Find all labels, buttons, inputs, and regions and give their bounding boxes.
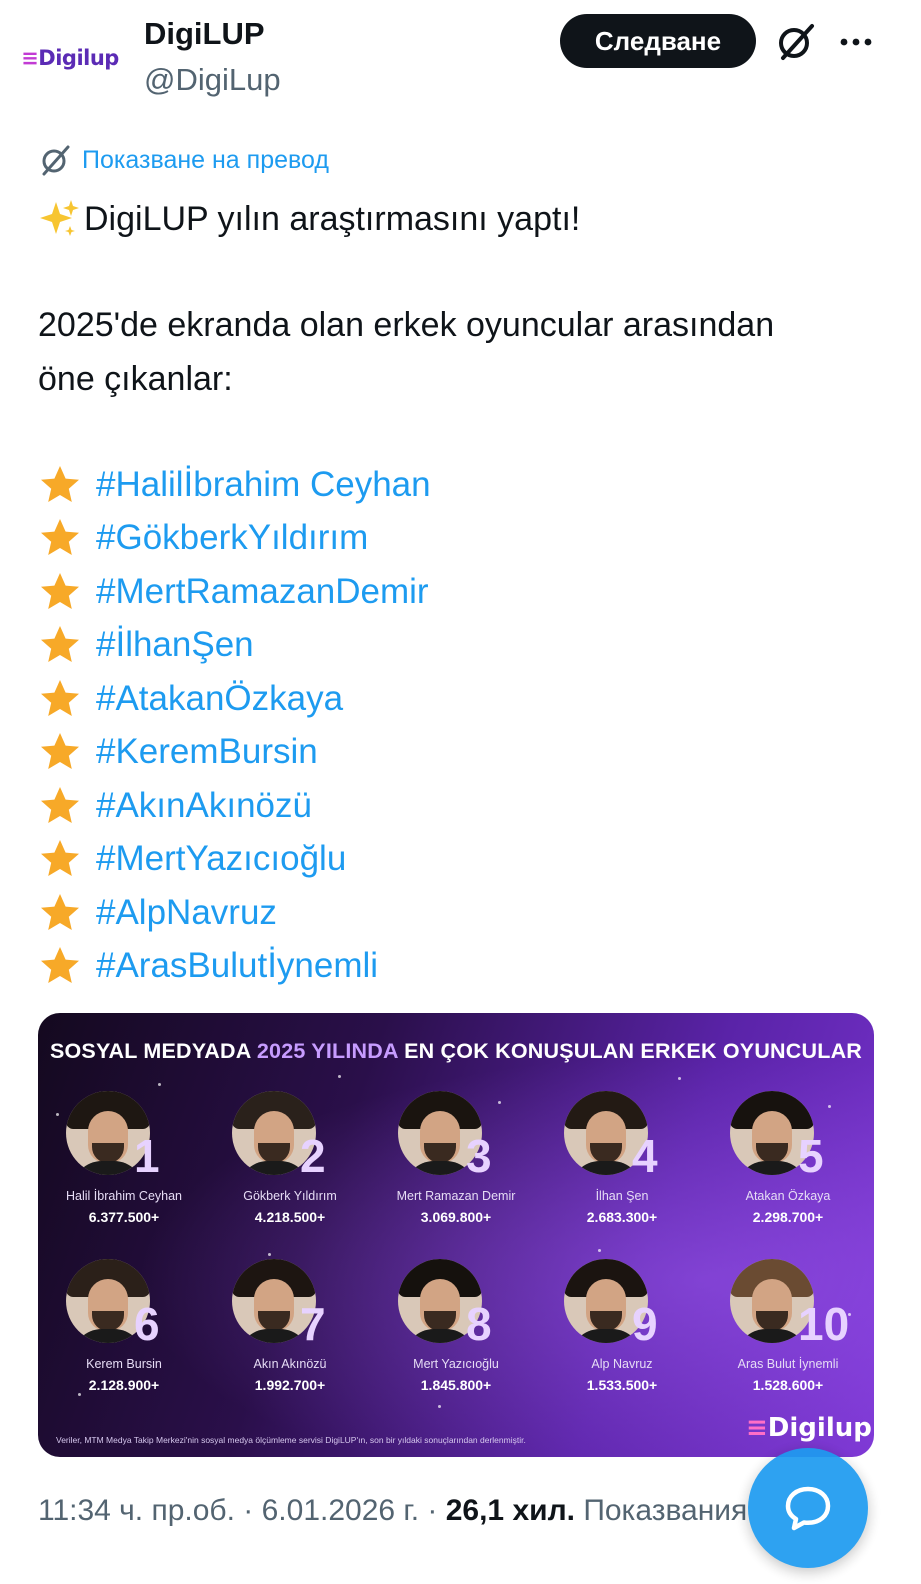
tweet-time[interactable]: 11:34 ч. пр.об. — [38, 1494, 235, 1527]
hashtag-item: #AlpNavruz — [38, 886, 888, 940]
hashtag-link[interactable]: #GökberkYıldırım — [96, 511, 368, 565]
hashtag-item: #KeremBursin — [38, 726, 888, 780]
slashed-circle-icon[interactable] — [774, 20, 818, 64]
tweet-line-3: öne çıkanlar: — [38, 360, 233, 398]
actor-rank: 5 — [798, 1130, 824, 1182]
hashtag-link[interactable]: #MertRamazanDemir — [96, 565, 429, 619]
sparkles-icon — [40, 200, 79, 236]
actor-mentions: 6.377.500+ — [88, 1209, 160, 1225]
star-icon — [41, 572, 79, 609]
avatar-logo: ≡Digilup — [21, 46, 119, 70]
actor-mentions: 2.683.300+ — [586, 1209, 658, 1225]
actor-card: 7 Akın Akınözü 1.992.700+ — [208, 1259, 372, 1409]
star-icon — [41, 465, 79, 502]
actor-name: Halil İbrahim Ceyhan — [65, 1189, 183, 1203]
hashtag-item: #AtakanÖzkaya — [38, 672, 888, 726]
tweet-text: DigiLUP yılın araştırmasını yaptı! 2025'… — [38, 192, 888, 993]
hashtag-item: #GökberkYıldırım — [38, 512, 888, 566]
actor-card: 2 Gökberk Yıldırım 4.218.500+ — [208, 1091, 372, 1241]
star-icon — [41, 786, 79, 823]
infographic-logo: ≡Digilup — [746, 1413, 872, 1443]
actor-rank: 2 — [300, 1130, 326, 1182]
actor-card: 10 Aras Bulut İynemli 1.528.600+ — [706, 1259, 870, 1409]
display-name[interactable]: DigiLUP — [144, 16, 265, 52]
more-horizontal-icon[interactable] — [836, 22, 876, 62]
actor-mentions: 3.069.800+ — [420, 1209, 492, 1225]
hashtag-link[interactable]: #İlhanŞen — [96, 618, 254, 672]
actor-mentions: 2.298.700+ — [752, 1209, 824, 1225]
actor-card: 3 Mert Ramazan Demir 3.069.800+ — [374, 1091, 538, 1241]
actor-rank: 9 — [632, 1298, 658, 1350]
tweet-header: ≡Digilup DigiLUP @DigiLup Следване — [0, 0, 921, 110]
hashtag-item: #ArasBulutİynemli — [38, 940, 888, 994]
actor-mentions: 1.533.500+ — [586, 1377, 658, 1393]
actor-name: Aras Bulut İynemli — [737, 1357, 839, 1371]
reply-bubble-icon — [785, 1486, 831, 1531]
actor-rank: 3 — [466, 1130, 492, 1182]
actor-mentions: 1.528.600+ — [752, 1377, 824, 1393]
actor-card: 8 Mert Yazıcıoğlu 1.845.800+ — [374, 1259, 538, 1409]
star-icon — [41, 519, 79, 556]
star-icon — [41, 733, 79, 770]
hashtag-link[interactable]: #KeremBursin — [96, 725, 318, 779]
hashtag-link[interactable]: #ArasBulutİynemli — [96, 939, 378, 993]
tweet-line-2: 2025'de ekranda olan erkek oyuncular ara… — [38, 306, 775, 344]
actor-name: İlhan Şen — [595, 1189, 649, 1203]
star-icon — [41, 947, 79, 984]
translate-label: Показване на превод — [82, 145, 329, 174]
hashtag-link[interactable]: #AlpNavruz — [96, 886, 277, 940]
star-icon — [41, 679, 79, 716]
actor-mentions: 2.128.900+ — [88, 1377, 160, 1393]
actor-rank: 4 — [632, 1130, 658, 1182]
actor-name: Alp Navruz — [591, 1357, 653, 1371]
actor-rank: 7 — [300, 1298, 326, 1350]
actor-name: Mert Ramazan Demir — [396, 1189, 516, 1203]
actor-name: Gökberk Yıldırım — [243, 1189, 337, 1203]
infographic-title: SOSYAL MEDYADA 2025 YILINDA EN ÇOK KONUŞ… — [49, 1039, 863, 1063]
actor-rank: 6 — [134, 1298, 160, 1350]
infographic-footnote: Veriler, MTM Medya Takip Merkezi'nin sos… — [56, 1435, 526, 1445]
actor-mentions: 4.218.500+ — [254, 1209, 326, 1225]
actor-card: 1 Halil İbrahim Ceyhan 6.377.500+ — [42, 1091, 206, 1241]
views-label: Показвания — [583, 1494, 748, 1527]
hashtag-link[interactable]: #MertYazıcıoğlu — [96, 832, 346, 886]
hashtag-item: #İlhanŞen — [38, 619, 888, 673]
hashtag-item: #AkınAkınözü — [38, 779, 888, 833]
actor-rank: 8 — [466, 1298, 492, 1350]
actor-name: Kerem Bursin — [86, 1357, 162, 1371]
actor-card: 6 Kerem Bursin 2.128.900+ — [42, 1259, 206, 1409]
star-icon — [41, 840, 79, 877]
actor-mentions: 1.992.700+ — [254, 1377, 326, 1393]
star-icon — [41, 893, 79, 930]
hashtag-item: #MertYazıcıoğlu — [38, 833, 888, 887]
actor-card: 5 Atakan Özkaya 2.298.700+ — [706, 1091, 870, 1241]
hashtag-link[interactable]: #AkınAkınözü — [96, 779, 312, 833]
actor-card: 4 İlhan Şen 2.683.300+ — [540, 1091, 704, 1241]
actor-name: Mert Yazıcıoğlu — [413, 1357, 499, 1371]
actor-rank: 10 — [798, 1298, 850, 1350]
actor-rank: 1 — [134, 1130, 160, 1182]
actor-name: Atakan Özkaya — [745, 1189, 831, 1203]
actor-name: Akın Akınözü — [253, 1357, 327, 1371]
tweet-line-1: DigiLUP yılın araştırmasını yaptı! — [38, 192, 888, 246]
follow-button[interactable]: Следване — [560, 14, 756, 68]
actor-mentions: 1.845.800+ — [420, 1377, 492, 1393]
hashtag-item: #Halilİbrahim Ceyhan — [38, 458, 888, 512]
translate-icon — [42, 145, 70, 176]
views-count: 26,1 хил. — [445, 1494, 575, 1527]
hashtag-link[interactable]: #AtakanÖzkaya — [96, 672, 343, 726]
avatar[interactable]: ≡Digilup — [20, 8, 120, 108]
reply-fab-button[interactable] — [748, 1448, 868, 1568]
tweet-date[interactable]: 6.01.2026 г. — [262, 1494, 419, 1527]
hashtag-link[interactable]: #Halilİbrahim Ceyhan — [96, 458, 431, 512]
actor-card: 9 Alp Navruz 1.533.500+ — [540, 1259, 704, 1409]
tweet-line-1-text: DigiLUP yılın araştırmasını yaptı! — [84, 200, 581, 238]
hashtag-list: #Halilİbrahim Ceyhan #GökberkYıldırım #Mer… — [38, 458, 888, 993]
star-icon — [41, 626, 79, 663]
tweet-meta: 11:34 ч. пр.об. · 6.01.2026 г. · 26,1 хи… — [38, 1494, 748, 1527]
user-handle[interactable]: @DigiLup — [144, 62, 281, 98]
hashtag-item: #MertRamazanDemir — [38, 565, 888, 619]
show-translation-link[interactable]: Показване на превод — [38, 143, 329, 177]
infographic-image[interactable]: SOSYAL MEDYADA 2025 YILINDA EN ÇOK KONUŞ… — [38, 1013, 874, 1457]
